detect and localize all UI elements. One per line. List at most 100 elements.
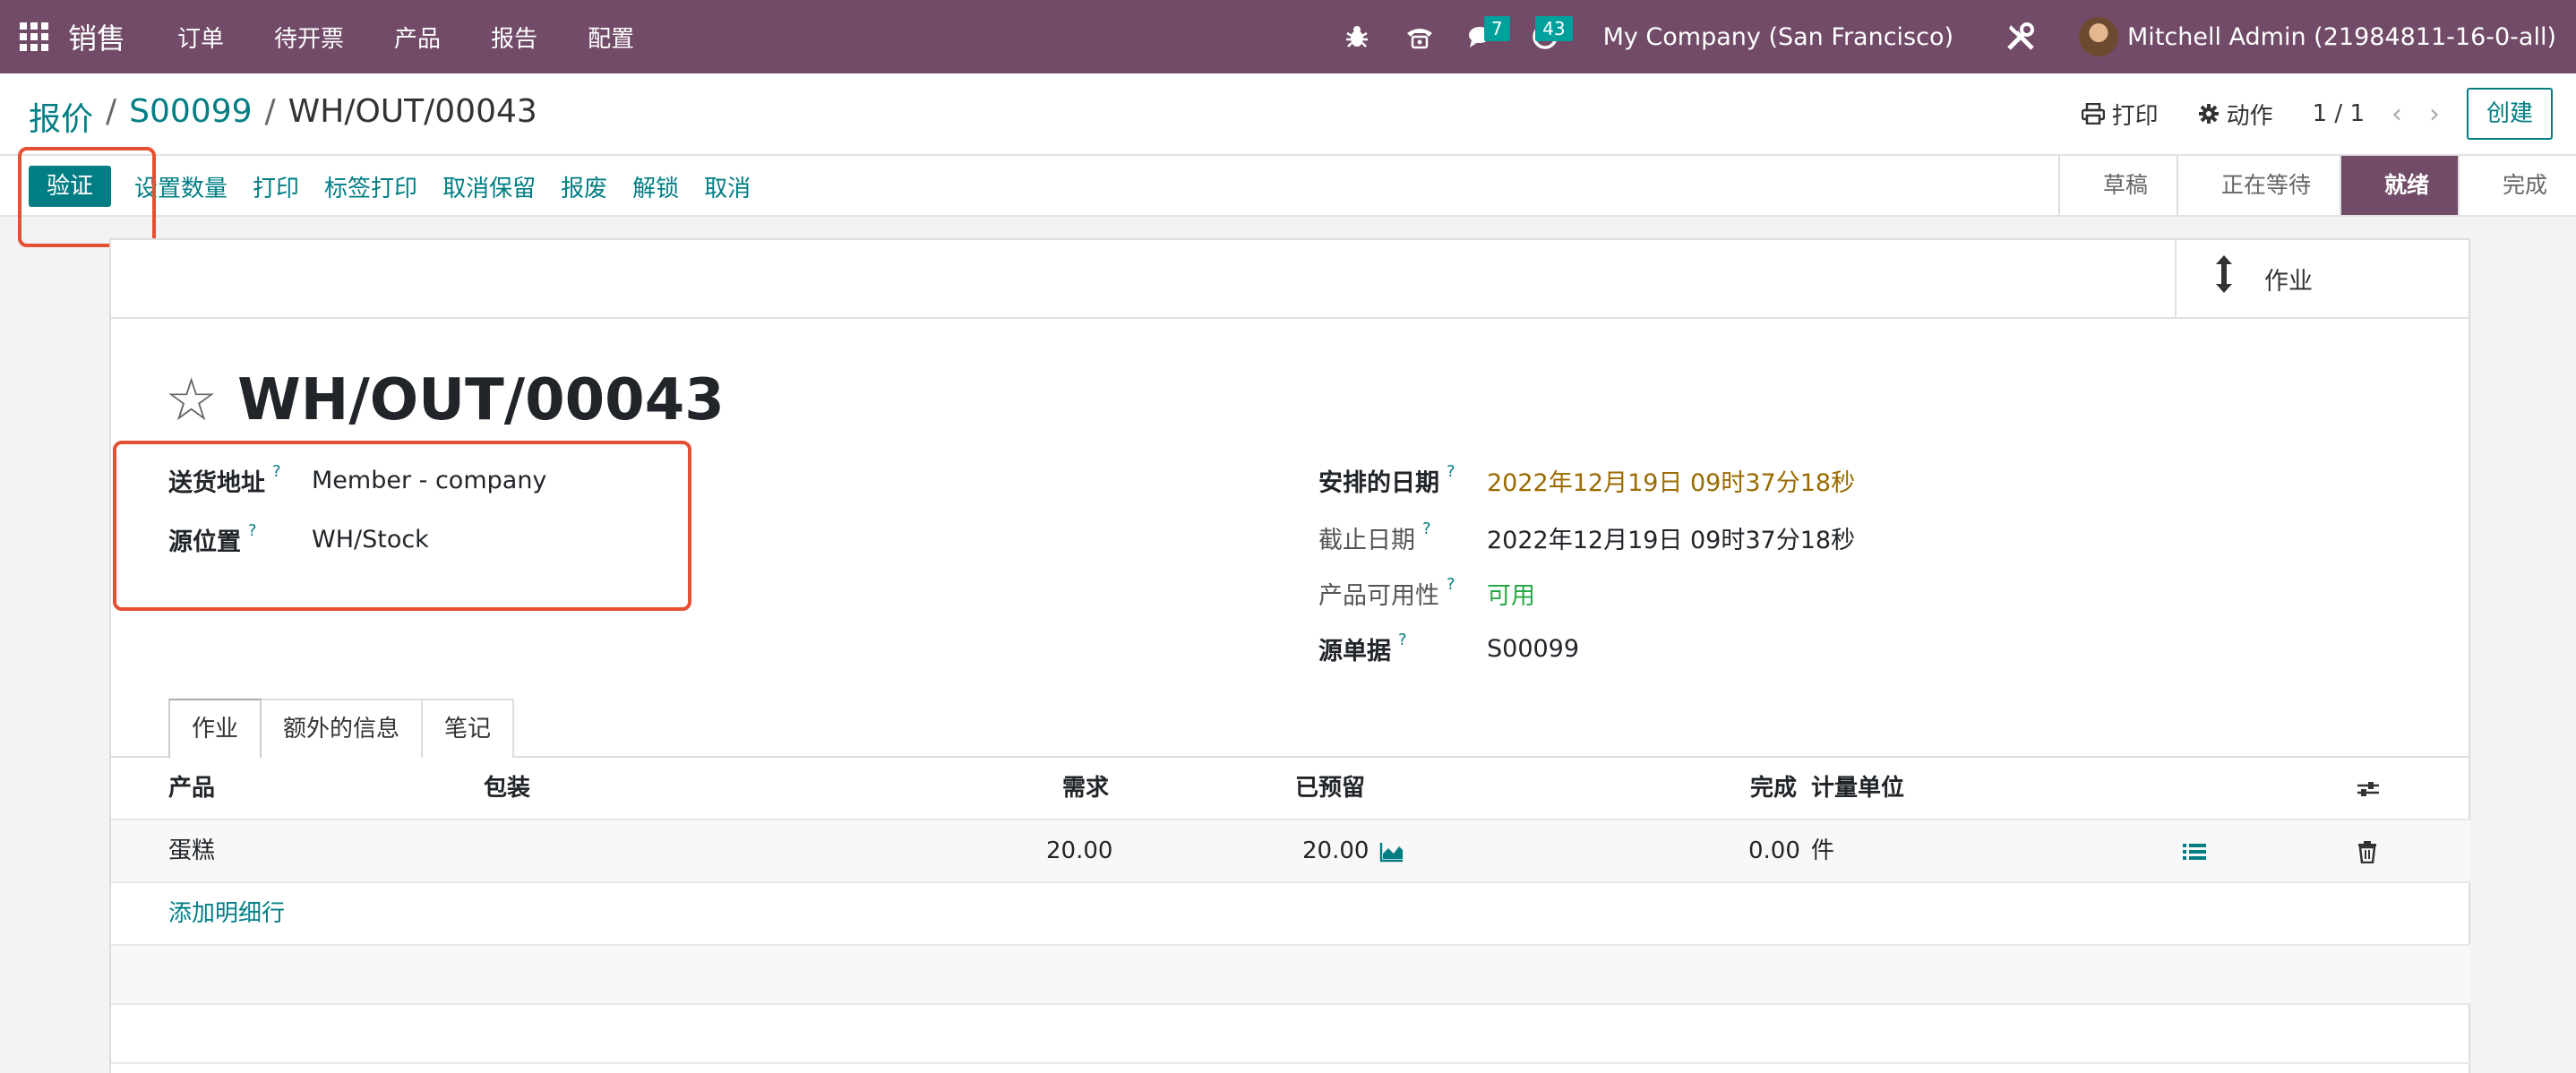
add-line-row: 添加明细行 xyxy=(111,883,2470,946)
scheduled-date-value[interactable]: 2022年12月19日 09时37分18秒 xyxy=(1487,463,1855,498)
unlock-button[interactable]: 解锁 xyxy=(632,170,679,203)
tab-notes[interactable]: 笔记 xyxy=(421,699,515,758)
star-icon[interactable]: ☆ xyxy=(165,365,218,434)
product-availability-field: 产品可用性 ? 可用 xyxy=(1318,575,2035,611)
move-lines-table: 产品 包装 需求 已预留 完成 计量单位 蛋糕 20.00 20.00 0.00… xyxy=(111,758,2470,1064)
menu-products[interactable]: 产品 xyxy=(369,21,466,54)
company-switcher[interactable]: My Company (San Francisco) xyxy=(1603,23,1953,51)
control-panel: 报价 / S00099 / WH/OUT/00043 打印 动作 1 / 1 ‹… xyxy=(0,73,2576,154)
optional-columns-icon[interactable] xyxy=(2356,758,2381,819)
breadcrumb-quotations[interactable]: 报价 xyxy=(29,93,93,140)
source-document-label: 源单据 xyxy=(1318,637,1391,665)
gear-icon xyxy=(2198,104,2219,124)
avatar xyxy=(2079,17,2119,56)
pager-value[interactable]: 1 / 1 xyxy=(2313,100,2365,127)
print-labels-button[interactable]: 标签打印 xyxy=(324,170,417,203)
user-name: Mitchell Admin (21984811-16-0-all) xyxy=(2127,22,2556,51)
empty-row xyxy=(111,946,2470,1005)
table-header-row: 产品 包装 需求 已预留 完成 计量单位 xyxy=(111,758,2470,820)
fields-highlight-annotation xyxy=(113,441,691,611)
help-tooltip-icon[interactable]: ? xyxy=(1398,631,1407,649)
menu-configuration[interactable]: 配置 xyxy=(562,21,659,54)
menu-to-invoice[interactable]: 待开票 xyxy=(249,21,369,54)
action-label: 动作 xyxy=(2226,102,2273,130)
print-button[interactable]: 打印 xyxy=(253,170,299,203)
unreserve-button[interactable]: 取消保留 xyxy=(442,170,536,203)
pager-next-icon[interactable]: › xyxy=(2429,99,2440,130)
record-title: WH/OUT/00043 xyxy=(237,366,725,433)
deadline-field: 截止日期 ? 2022年12月19日 09时37分18秒 xyxy=(1318,519,2035,555)
tab-additional-info[interactable]: 额外的信息 xyxy=(260,699,424,758)
stage-draft[interactable]: 草稿 xyxy=(2057,156,2177,215)
main-menu: 订单 待开票 产品 报告 配置 xyxy=(152,21,659,54)
operations-label: 作业 xyxy=(2264,267,2313,296)
cancel-button[interactable]: 取消 xyxy=(704,170,751,203)
detailed-operations-list-icon[interactable] xyxy=(2182,820,2207,881)
action-dropdown-button[interactable]: 动作 xyxy=(2198,98,2273,131)
row-uom[interactable]: 件 xyxy=(1811,820,1834,881)
deadline-label: 截止日期 xyxy=(1318,526,1415,554)
help-tooltip-icon[interactable]: ? xyxy=(1447,462,1455,481)
apps-menu-icon[interactable] xyxy=(20,22,48,51)
stage-done[interactable]: 完成 xyxy=(2457,156,2576,215)
column-demand[interactable]: 需求 xyxy=(1062,758,1109,819)
top-navbar: 销售 订单 待开票 产品 报告 配置 7 43 My Company (San … xyxy=(0,0,2576,73)
column-done[interactable]: 完成 xyxy=(1750,758,1797,819)
form-statusbar: 验证 设置数量 打印 标签打印 取消保留 报废 解锁 取消 草稿 正在等待 就绪… xyxy=(0,154,2576,217)
empty-row xyxy=(111,1005,2470,1064)
stage-ready[interactable]: 就绪 xyxy=(2339,156,2458,215)
scheduled-date-label: 安排的日期 xyxy=(1318,468,1439,497)
phone-icon[interactable] xyxy=(1388,0,1451,73)
source-document-field: 源单据 ? S00099 xyxy=(1318,631,2035,666)
smart-button-box: 作业 xyxy=(111,240,2470,319)
product-availability-label: 产品可用性 xyxy=(1318,581,1439,610)
row-demand[interactable]: 20.00 xyxy=(1046,820,1112,881)
stage-pipeline: 草稿 正在等待 就绪 完成 xyxy=(2057,156,2576,215)
tools-icon[interactable] xyxy=(1989,0,2052,73)
breadcrumb-sale-order[interactable]: S00099 xyxy=(129,93,252,140)
printer-icon xyxy=(2081,103,2105,124)
help-tooltip-icon[interactable]: ? xyxy=(1422,519,1431,538)
deadline-value: 2022年12月19日 09时37分18秒 xyxy=(1487,526,1856,554)
table-row[interactable]: 蛋糕 20.00 20.00 0.00 件 xyxy=(111,820,2470,883)
scrap-button[interactable]: 报废 xyxy=(561,170,607,203)
row-reserved: 20.00 xyxy=(1302,837,1370,864)
validate-highlight-annotation xyxy=(18,147,156,247)
record-title-row: ☆ WH/OUT/00043 xyxy=(165,365,725,434)
column-uom[interactable]: 计量单位 xyxy=(1811,758,1904,819)
delete-trash-icon[interactable] xyxy=(2357,820,2377,881)
vertical-arrows-icon xyxy=(2214,253,2234,305)
activities-clock-icon[interactable]: 43 xyxy=(1514,0,1576,73)
breadcrumb-separator: / xyxy=(106,93,117,130)
column-reserved[interactable]: 已预留 xyxy=(1295,758,1365,819)
messages-icon[interactable]: 7 xyxy=(1451,0,1514,73)
notebook-tabs: 作业 额外的信息 笔记 xyxy=(168,699,515,758)
forecast-chart-icon[interactable] xyxy=(1379,820,1404,881)
source-document-value[interactable]: S00099 xyxy=(1487,635,1579,663)
product-availability-value: 可用 xyxy=(1487,581,1535,610)
print-dropdown-button[interactable]: 打印 xyxy=(2081,98,2159,131)
print-label: 打印 xyxy=(2111,102,2159,130)
column-product[interactable]: 产品 xyxy=(168,758,215,819)
navbar-systray: 7 43 My Company (San Francisco) Mitchell… xyxy=(1326,0,2576,73)
pager-previous-icon[interactable]: ‹ xyxy=(2391,99,2402,130)
messages-badge: 7 xyxy=(1483,16,1510,41)
help-tooltip-icon[interactable]: ? xyxy=(1447,575,1455,594)
breadcrumb-current: WH/OUT/00043 xyxy=(288,93,537,130)
create-button[interactable]: 创建 xyxy=(2466,88,2553,140)
menu-orders[interactable]: 订单 xyxy=(152,21,249,54)
app-name[interactable]: 销售 xyxy=(68,16,125,57)
column-package[interactable]: 包装 xyxy=(484,758,530,819)
add-line-link[interactable]: 添加明细行 xyxy=(168,883,285,944)
breadcrumb-separator: / xyxy=(264,93,276,130)
form-sheet: 作业 ☆ WH/OUT/00043 送货地址 ? Member - compan… xyxy=(109,238,2470,1073)
user-menu[interactable]: Mitchell Admin (21984811-16-0-all) xyxy=(2079,17,2556,56)
row-done[interactable]: 0.00 xyxy=(1748,820,1800,881)
row-product[interactable]: 蛋糕 xyxy=(168,820,215,881)
debug-bug-icon[interactable] xyxy=(1326,0,1388,73)
control-panel-right: 打印 动作 1 / 1 ‹ › 创建 xyxy=(2081,88,2553,140)
stage-waiting[interactable]: 正在等待 xyxy=(2176,156,2340,215)
tab-operations[interactable]: 作业 xyxy=(168,699,262,758)
operations-smart-button[interactable]: 作业 xyxy=(2175,240,2470,317)
menu-reports[interactable]: 报告 xyxy=(466,21,562,54)
